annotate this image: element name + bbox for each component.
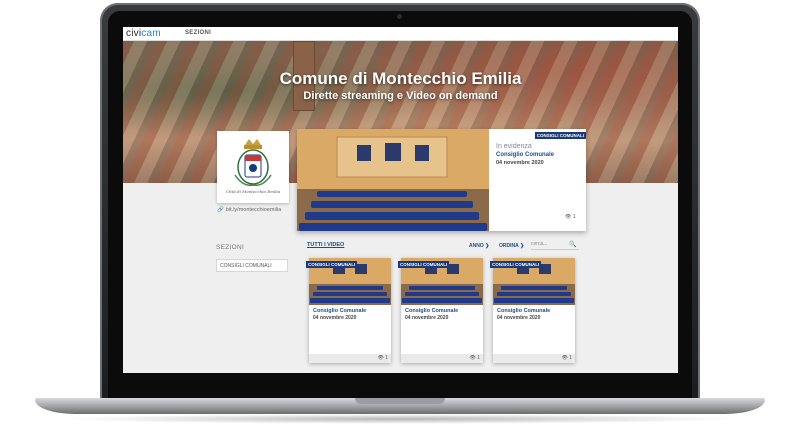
featured-label: In evidenza	[496, 143, 532, 150]
top-navbar: civicam SEZIONI	[123, 27, 678, 41]
laptop-mockup: civicam SEZIONI Comune di Montecchio Emi…	[0, 0, 800, 433]
nav-sezioni[interactable]: SEZIONI	[185, 30, 211, 36]
hero-subtitle: Dirette streaming e Video on demand	[303, 90, 498, 102]
camera-icon	[397, 14, 402, 19]
card-category-badge[interactable]: CONSIGLI COMUNALI	[306, 261, 358, 268]
card-views-count: 1	[385, 355, 388, 361]
card-title[interactable]: Consiglio Comunale	[497, 308, 550, 314]
hero-title: Comune di Montecchio Emilia	[279, 69, 522, 88]
council-hall-image	[297, 129, 489, 231]
video-card[interactable]: CONSIGLI COMUNALI Consiglio Comunale 04 …	[306, 258, 391, 363]
card-footer: 👁 1	[401, 354, 483, 363]
card-views: 👁 1	[561, 355, 572, 361]
card-title[interactable]: Consiglio Comunale	[313, 308, 366, 314]
crest-link-text: bit.ly/montecchioemilia	[225, 207, 282, 213]
featured-title[interactable]: Consiglio Comunale	[496, 152, 554, 158]
featured-date: 04 novembre 2020	[496, 160, 544, 166]
featured-views-count: 1	[572, 214, 576, 220]
chevron-right-icon: ❯	[519, 243, 525, 249]
chevron-right-icon: ❯	[485, 243, 490, 249]
logo-prefix: civi	[126, 28, 142, 39]
eye-icon: 👁	[565, 214, 572, 220]
logo-accent: cam	[141, 28, 161, 39]
card-views-count: 1	[477, 355, 480, 361]
filter-ordina[interactable]: ORDINA ❯	[499, 243, 524, 249]
filter-ordina-label: ORDINA	[499, 243, 519, 249]
crest-text: Città di Montecchio Emilia	[225, 189, 281, 194]
card-category-badge[interactable]: CONSIGLI COMUNALI	[398, 261, 450, 268]
card-views: 👁 1	[469, 355, 480, 361]
featured-views: 👁 1	[565, 214, 576, 220]
video-card[interactable]: CONSIGLI COMUNALI Consiglio Comunale 04 …	[490, 258, 575, 363]
featured-thumbnail[interactable]	[297, 129, 489, 231]
card-footer: 👁 1	[493, 354, 575, 363]
filter-anno[interactable]: ANNO ❯	[469, 243, 489, 249]
link-icon: 🔗	[217, 207, 224, 213]
search-icon[interactable]: 🔍	[569, 241, 576, 248]
crest-card: Città di Montecchio Emilia	[217, 131, 289, 203]
featured-video[interactable]: CONSIGLI COMUNALI In evidenza Consiglio …	[297, 129, 586, 231]
filter-anno-label: ANNO	[469, 243, 484, 249]
sidebar-heading: SEZIONI	[216, 244, 245, 251]
card-views-count: 1	[569, 355, 572, 361]
video-card[interactable]: CONSIGLI COMUNALI Consiglio Comunale 04 …	[398, 258, 483, 363]
laptop-notch	[355, 398, 445, 404]
site-logo[interactable]: civicam	[126, 28, 161, 39]
card-date: 04 novembre 2020	[497, 315, 541, 321]
card-category-badge[interactable]: CONSIGLI COMUNALI	[490, 261, 542, 268]
card-views: 👁 1	[377, 355, 388, 361]
featured-category-badge[interactable]: CONSIGLI COMUNALI	[534, 132, 586, 139]
tab-all-videos[interactable]: TUTTI I VIDEO	[307, 242, 344, 248]
laptop-shadow	[60, 414, 740, 424]
card-date: 04 novembre 2020	[405, 315, 449, 321]
screen: civicam SEZIONI Comune di Montecchio Emi…	[123, 27, 678, 373]
card-date: 04 novembre 2020	[313, 315, 357, 321]
crest-link[interactable]: 🔗 bit.ly/montecchioemilia	[217, 207, 281, 213]
sidebar-item-consigli-comunali[interactable]: CONSIGLI COMUNALI	[216, 259, 288, 272]
card-footer: 👁 1	[309, 354, 391, 363]
card-title[interactable]: Consiglio Comunale	[405, 308, 458, 314]
